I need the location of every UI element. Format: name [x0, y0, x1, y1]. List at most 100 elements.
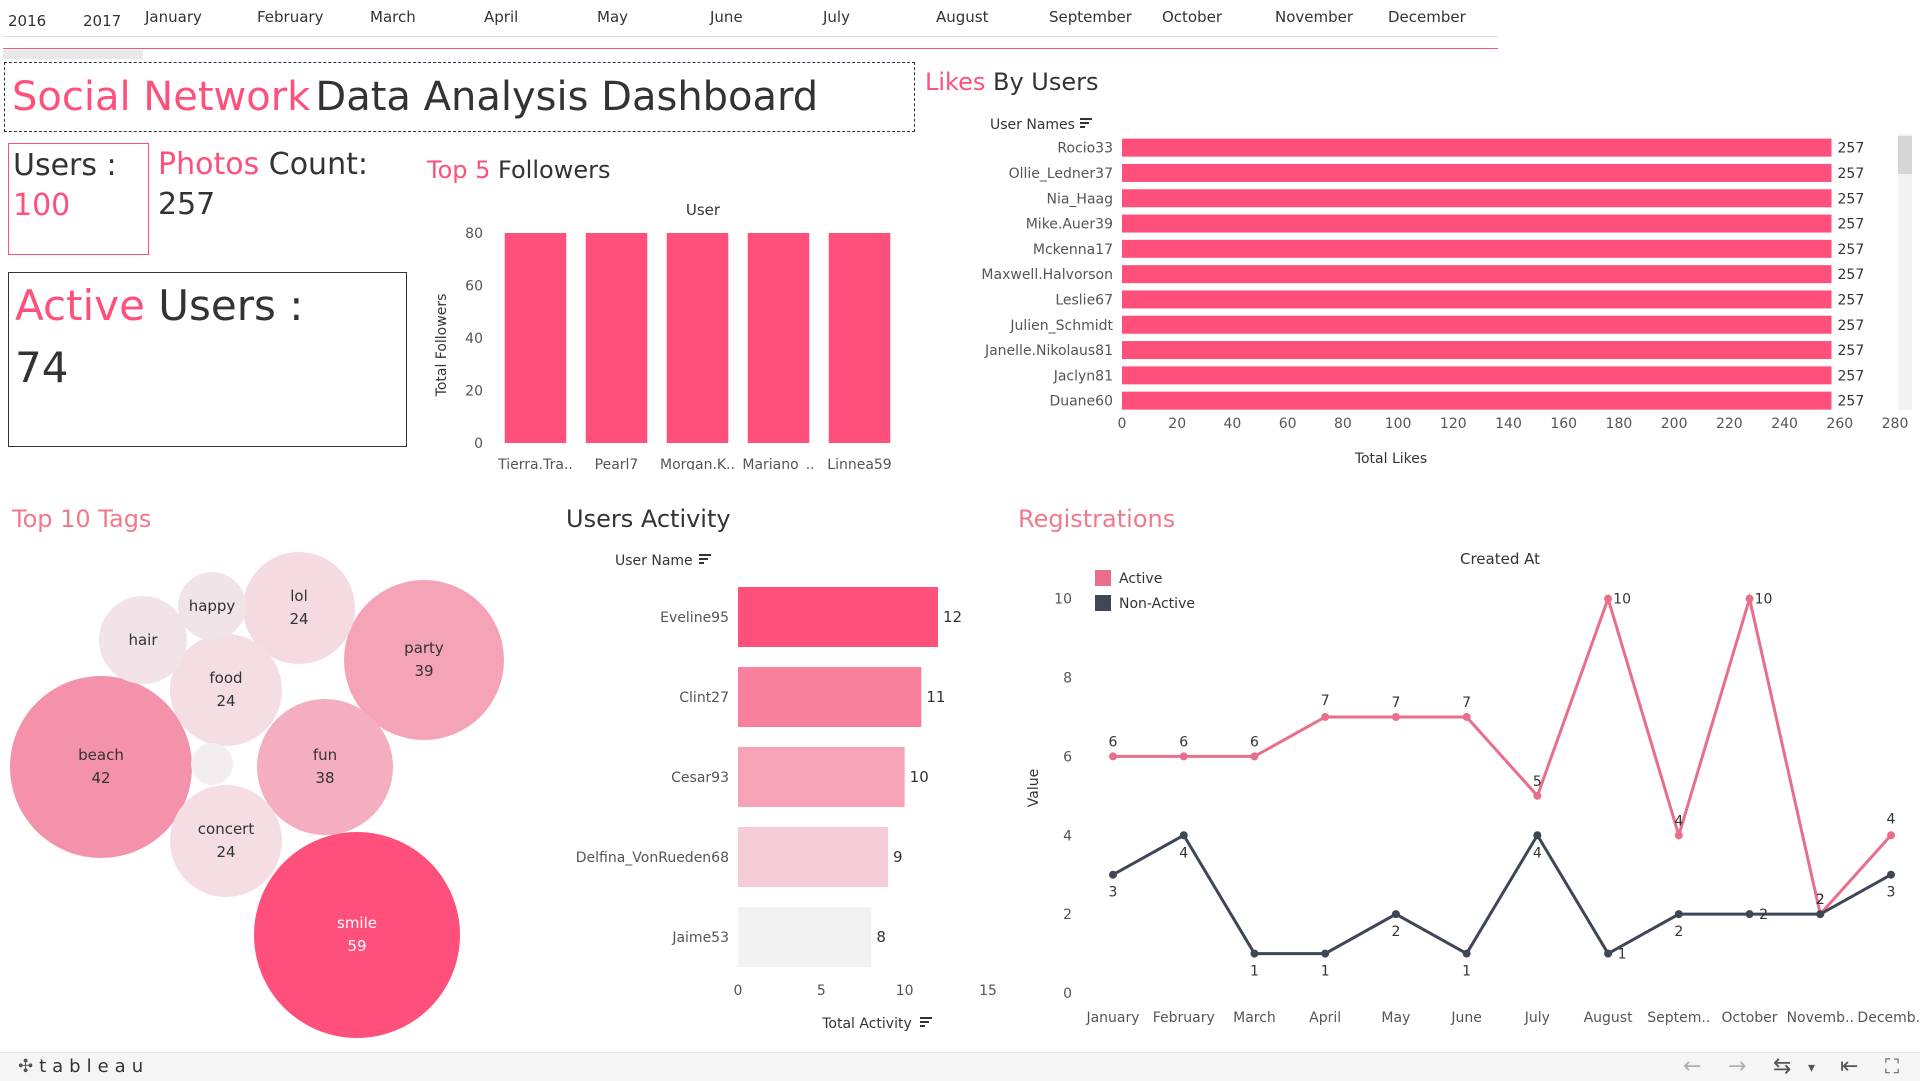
registrations-point [1674, 831, 1683, 840]
timeline-accent-line [3, 48, 1498, 49]
revert-icon[interactable]: ⇆ [1773, 1054, 1791, 1079]
likes-bar [1122, 366, 1832, 385]
redo-icon[interactable]: → [1728, 1054, 1746, 1079]
registrations-header: Created At [1460, 550, 1540, 568]
registrations-point [1745, 910, 1754, 919]
activity-xtick-label: 5 [817, 983, 826, 999]
registrations-data-label: 7 [1321, 693, 1330, 709]
chevron-down-icon[interactable]: ▾ [1808, 1060, 1815, 1076]
activity-data-label: 9 [893, 848, 903, 866]
likes-bar [1122, 214, 1832, 233]
registrations-ytick-label: 8 [1063, 671, 1072, 687]
active-users-kpi: Active Users : 74 [8, 272, 407, 447]
activity-data-label: 12 [943, 608, 962, 626]
month-november[interactable]: November [1275, 8, 1353, 26]
activity-bar [738, 747, 905, 807]
registrations-series-line [1113, 592, 1893, 918]
month-august[interactable]: August [936, 8, 989, 26]
top10-tags-chart: smile 59 beach 42 party 39 fun 38 lol 24 food 24 con… [10, 552, 504, 1038]
likes-bar [1122, 189, 1832, 208]
activity-ytick-label: Eveline95 [660, 610, 729, 626]
likes-xtick-label: 120 [1440, 416, 1467, 432]
timeline-scrollbar[interactable] [3, 50, 143, 59]
year-2017[interactable]: 2017 [83, 12, 121, 30]
month-june[interactable]: June [710, 8, 743, 26]
likes-ytick-label: Mike.Auer39 [1026, 217, 1113, 233]
month-july[interactable]: July [823, 8, 850, 26]
month-december[interactable]: December [1388, 8, 1466, 26]
registrations-point [1391, 910, 1400, 919]
top5-bar [666, 233, 729, 443]
registrations-point [1109, 752, 1117, 761]
likes-xtick-label: 60 [1279, 416, 1297, 432]
tag-bubble-label: fun [313, 746, 337, 764]
likes-ylabel-sort-icon[interactable] [1080, 118, 1092, 128]
likes-xtick-label: 260 [1826, 416, 1853, 432]
activity-xlabel-sort-icon[interactable] [920, 1017, 932, 1027]
likes-scrollbar-track[interactable] [1898, 134, 1912, 410]
registrations-xtick-label: February [1153, 1010, 1215, 1026]
month-september[interactable]: September [1049, 8, 1132, 26]
users-activity-title: Users Activity [566, 505, 731, 533]
top5-bar [585, 233, 648, 443]
likes-bar [1122, 391, 1832, 410]
likes-data-label: 257 [1838, 343, 1865, 359]
registrations-point [1250, 752, 1259, 761]
top5-followers-title: Top 5 Followers [427, 156, 610, 184]
registrations-point [1533, 831, 1542, 840]
top5-marks: 0 20 40 60 80 Tierra.Tra.. Pearl7 Morgan.K.. Mar… [465, 226, 892, 470]
month-march[interactable]: March [370, 8, 416, 26]
tag-bubble [254, 832, 460, 1038]
likes-bar [1122, 163, 1832, 182]
top5-ytick-label: 20 [465, 384, 483, 400]
fullscreen-icon[interactable]: ⛶ [1885, 1054, 1899, 1078]
likes-xtick-label: 160 [1550, 416, 1577, 432]
registrations-data-label: 1 [1250, 964, 1259, 980]
activity-xlabel: Total Activity [821, 1016, 912, 1032]
likes-xtick-label: 100 [1385, 416, 1412, 432]
month-may[interactable]: May [597, 8, 628, 26]
undo-icon[interactable]: ← [1683, 1054, 1701, 1079]
likes-xtick-label: 80 [1334, 416, 1352, 432]
active-users-kpi-label: Active Users : [15, 281, 303, 330]
photos-kpi-label-highlight: Photos [158, 147, 260, 182]
likes-xtick-label: 40 [1224, 416, 1242, 432]
top5-ytick-label: 40 [465, 331, 483, 347]
likes-title-rest: By Users [985, 68, 1099, 96]
top5-ytick-label: 60 [465, 279, 483, 295]
activity-xtick-label: 10 [896, 983, 914, 999]
legend-swatch-active [1095, 570, 1111, 586]
users-kpi: Users : 100 [8, 143, 149, 255]
month-october[interactable]: October [1162, 8, 1222, 26]
month-january[interactable]: January [145, 8, 202, 26]
activity-bar [738, 587, 938, 647]
month-february[interactable]: February [257, 8, 323, 26]
registrations-data-label: 6 [1109, 734, 1118, 750]
tableau-logo-text: tableau [39, 1056, 150, 1077]
activity-ytick-label: Jaime53 [671, 930, 729, 946]
tableau-logo-icon: ✣ [18, 1056, 34, 1077]
likes-ytick-label: Maxwell.Halvorson [981, 267, 1113, 283]
month-april[interactable]: April [484, 8, 518, 26]
registrations-data-label: 2 [1816, 892, 1825, 908]
back-to-start-icon[interactable]: ⇤ [1840, 1054, 1858, 1079]
likes-ytick-label: Leslie67 [1055, 292, 1113, 308]
activity-ylabel-sort-icon[interactable] [699, 554, 711, 564]
likes-data-label: 257 [1838, 217, 1865, 233]
registrations-point [1250, 949, 1259, 958]
registrations-ytick-label: 2 [1063, 907, 1072, 923]
likes-scrollbar-thumb[interactable] [1898, 136, 1912, 174]
activity-ytick-label: Delfina_VonRueden68 [576, 850, 729, 866]
top5-xtick-label: Tierra.Tra.. [497, 457, 573, 470]
year-2016[interactable]: 2016 [8, 12, 46, 30]
tag-bubble-value: 42 [91, 769, 110, 787]
registrations-xtick-label: August [1584, 1010, 1634, 1026]
dashboard-title-box: Social Network Data Analysis Dashboard [4, 62, 915, 132]
tag-bubble-label: concert [198, 820, 255, 838]
tag-bubble-label: lol [290, 587, 308, 605]
likes-xtick-label: 200 [1661, 416, 1688, 432]
likes-data-label: 257 [1838, 191, 1865, 207]
registrations-point [1887, 870, 1895, 879]
tag-bubble-value: 24 [289, 610, 308, 628]
top5-xtick-label: Mariano_.. [742, 457, 814, 470]
